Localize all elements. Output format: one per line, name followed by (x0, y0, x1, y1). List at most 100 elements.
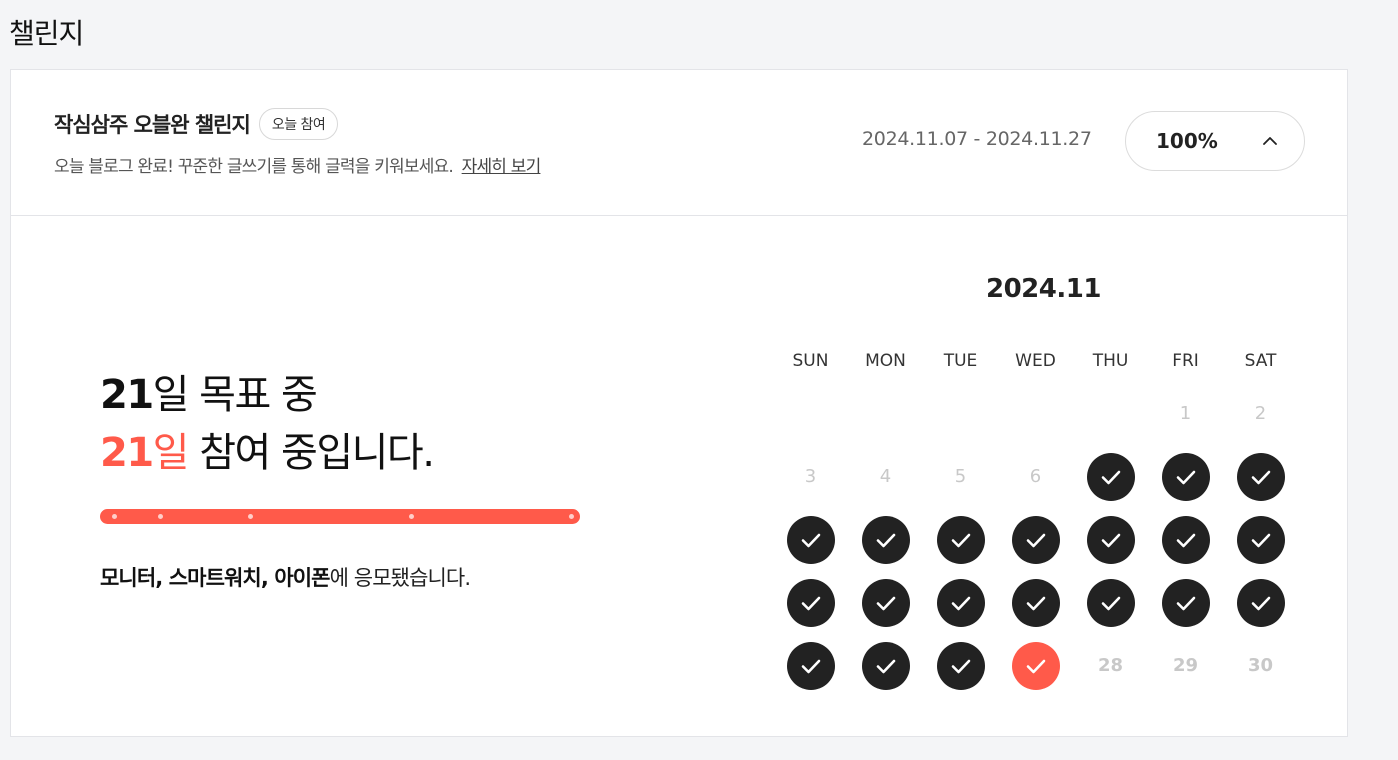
check-icon (1011, 641, 1060, 690)
chevron-up-icon (1263, 137, 1277, 145)
calendar-day-checked (848, 508, 923, 571)
attendance-calendar: SUN MON TUE WED THU FRI SAT 1 2 3 4 5 6 28 29 30 (773, 340, 1298, 697)
calendar-day-checked (1223, 508, 1298, 571)
prize-entry-text: 모니터, 스마트워치, 아이폰에 응모됐습니다. (100, 562, 471, 592)
check-icon (1236, 452, 1285, 501)
challenge-period: 2024.11.07 - 2024.11.27 (862, 128, 1092, 150)
check-icon (786, 578, 835, 627)
challenge-header: 작심삼주 오블완 챌린지 오늘 참여 오늘 블로그 완료! 꾸준한 글쓰기를 통… (11, 70, 1347, 216)
calendar-day-number: 4 (879, 466, 892, 487)
calendar-day-checked (848, 634, 923, 697)
calendar-day: 3 (773, 445, 848, 508)
weekday-label: FRI (1172, 351, 1199, 371)
check-icon (786, 641, 835, 690)
check-icon (936, 578, 985, 627)
calendar-day: 1 (1148, 382, 1223, 445)
goal-joined-suffix: 참여 중입니다. (187, 430, 435, 476)
calendar-day-checked (773, 508, 848, 571)
calendar-day-checked (1148, 445, 1223, 508)
check-icon (861, 515, 910, 564)
calendar-week-row (773, 508, 1298, 571)
calendar-day-number: 3 (804, 466, 817, 487)
calendar-day-checked (773, 634, 848, 697)
calendar-day: 29 (1148, 634, 1223, 697)
calendar-week-row: 12 (773, 382, 1298, 445)
calendar-empty-cell (923, 382, 998, 445)
calendar-day-checked (923, 634, 998, 697)
challenge-title: 작심삼주 오블완 챌린지 (54, 113, 251, 137)
calendar-day-number: 1 (1179, 403, 1192, 424)
calendar-day: 6 (998, 445, 1073, 508)
calendar-week-row (773, 571, 1298, 634)
challenge-description: 오늘 블로그 완료! 꾸준한 글쓰기를 통해 글력을 키워보세요. (54, 157, 454, 177)
weekday-label: SAT (1244, 351, 1277, 371)
calendar-day-number: 2 (1254, 403, 1267, 424)
calendar-day-checked (1223, 445, 1298, 508)
calendar-day-checked (998, 571, 1073, 634)
prize-suffix: 에 응모됐습니다. (329, 566, 471, 590)
page-title: 챌린지 (9, 17, 84, 50)
detail-link[interactable]: 자세히 보기 (462, 157, 542, 177)
calendar-day-checked (773, 571, 848, 634)
progress-milestone-dot (158, 514, 163, 519)
progress-milestone-dot (409, 514, 414, 519)
calendar-month: 2024.11 (986, 274, 1101, 304)
check-icon (861, 578, 910, 627)
progress-milestone-dot (112, 514, 117, 519)
calendar-day-checked (923, 508, 998, 571)
prize-items: 모니터, 스마트워치, 아이폰 (100, 566, 331, 590)
calendar-day-checked (1148, 508, 1223, 571)
goal-target-days: 21 (100, 372, 154, 418)
check-icon (936, 641, 985, 690)
calendar-day: 2 (1223, 382, 1298, 445)
progress-toggle-button[interactable]: 100% (1125, 111, 1305, 171)
progress-percent: 100% (1156, 129, 1218, 153)
calendar-day-number: 30 (1247, 655, 1274, 676)
weekday-label: TUE (943, 351, 978, 371)
calendar-weekday-row: SUN MON TUE WED THU FRI SAT (773, 340, 1298, 382)
calendar-day: 28 (1073, 634, 1148, 697)
calendar-day: 30 (1223, 634, 1298, 697)
progress-milestone-dot (248, 514, 253, 519)
weekday-label: WED (1015, 351, 1056, 371)
calendar-day: 5 (923, 445, 998, 508)
challenge-description-row: 오늘 블로그 완료! 꾸준한 글쓰기를 통해 글력을 키워보세요. 자세히 보기 (54, 152, 542, 177)
calendar-empty-cell (848, 382, 923, 445)
check-icon (1236, 515, 1285, 564)
goal-target-line: 21일 목표 중 (100, 366, 433, 424)
calendar-day-checked (1073, 508, 1148, 571)
progress-milestone-dot (569, 514, 574, 519)
check-icon (1086, 515, 1135, 564)
check-icon (1161, 578, 1210, 627)
calendar-day-checked (1223, 571, 1298, 634)
check-icon (1086, 452, 1135, 501)
check-icon (1161, 452, 1210, 501)
calendar-day-checked (1073, 571, 1148, 634)
calendar-day: 4 (848, 445, 923, 508)
calendar-day-checked (998, 508, 1073, 571)
weekday-label: MON (865, 351, 906, 371)
calendar-week-row: 3 4 5 6 (773, 445, 1298, 508)
calendar-empty-cell (773, 382, 848, 445)
weekday-label: THU (1092, 351, 1129, 371)
check-icon (1161, 515, 1210, 564)
check-icon (936, 515, 985, 564)
calendar-day-checked (998, 634, 1073, 697)
calendar-day-number: 6 (1029, 466, 1042, 487)
goal-joined-line: 21일 참여 중입니다. (100, 424, 435, 482)
challenge-card: 작심삼주 오블완 챌린지 오늘 참여 오늘 블로그 완료! 꾸준한 글쓰기를 통… (10, 69, 1348, 737)
goal-joined-unit: 일 (152, 430, 190, 476)
challenge-title-row: 작심삼주 오블완 챌린지 오늘 참여 (54, 108, 339, 140)
check-icon (861, 641, 910, 690)
calendar-day-checked (1073, 445, 1148, 508)
calendar-day-number: 5 (954, 466, 967, 487)
calendar-day-number: 29 (1172, 655, 1199, 676)
challenge-progress-bar (100, 509, 580, 524)
calendar-day-checked (1148, 571, 1223, 634)
calendar-empty-cell (1073, 382, 1148, 445)
calendar-day-checked (848, 571, 923, 634)
check-icon (1011, 578, 1060, 627)
weekday-label: SUN (792, 351, 829, 371)
check-icon (1086, 578, 1135, 627)
check-icon (1236, 578, 1285, 627)
